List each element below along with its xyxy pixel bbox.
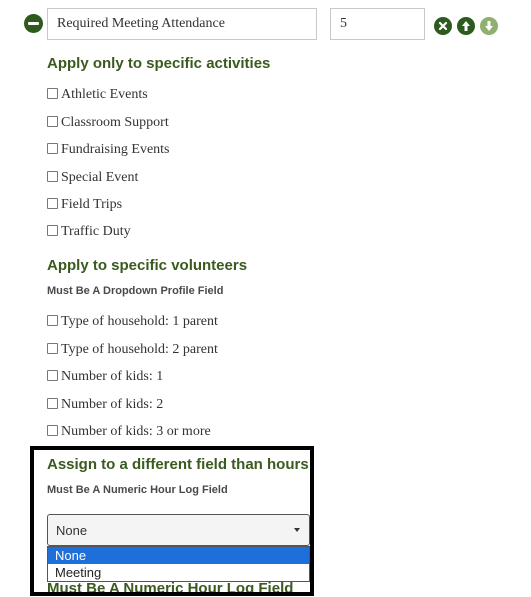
volunteer-item: Number of kids: 3 or more (47, 424, 211, 440)
volunteer-item: Number of kids: 1 (47, 369, 163, 385)
volunteer-item: Type of household: 2 parent (47, 342, 218, 358)
volunteer-label: Type of household: 1 parent (61, 314, 218, 329)
move-down-button[interactable] (480, 17, 498, 35)
remove-rule-button[interactable] (24, 14, 43, 33)
checkbox[interactable] (47, 343, 58, 354)
checkbox[interactable] (47, 315, 58, 326)
volunteers-section-subtitle: Must Be A Dropdown Profile Field (47, 285, 224, 297)
activity-item: Field Trips (47, 197, 122, 213)
activity-item: Special Event (47, 170, 138, 186)
activity-label: Fundraising Events (61, 142, 170, 157)
activity-item: Fundraising Events (47, 142, 170, 158)
checkbox[interactable] (47, 398, 58, 409)
activity-item: Athletic Events (47, 87, 148, 103)
arrow-up-icon (462, 21, 470, 31)
rule-value-input[interactable]: 5 (330, 8, 425, 40)
volunteer-label: Number of kids: 1 (61, 369, 164, 384)
volunteer-label: Number of kids: 2 (61, 397, 164, 412)
delete-rule-button[interactable] (434, 17, 452, 35)
checkbox[interactable] (47, 171, 58, 182)
checkbox[interactable] (47, 425, 58, 436)
volunteer-item: Type of household: 1 parent (47, 314, 218, 330)
rule-name-input[interactable]: Required Meeting Attendance (47, 8, 317, 40)
activities-section-title: Apply only to specific activities (47, 55, 271, 72)
checkbox[interactable] (47, 370, 58, 381)
volunteer-label: Type of household: 2 parent (61, 342, 218, 357)
activity-label: Special Event (61, 170, 139, 185)
volunteers-section-title: Apply to specific volunteers (47, 257, 248, 274)
arrow-down-icon (485, 21, 493, 31)
activity-label: Athletic Events (61, 87, 148, 102)
activity-label: Traffic Duty (61, 224, 131, 239)
minus-icon (28, 22, 39, 25)
checkbox[interactable] (47, 143, 58, 154)
checkbox[interactable] (47, 116, 58, 127)
checkbox[interactable] (47, 88, 58, 99)
volunteer-item: Number of kids: 2 (47, 397, 163, 413)
activity-label: Classroom Support (61, 115, 169, 130)
checkbox[interactable] (47, 225, 58, 236)
activity-item: Traffic Duty (47, 224, 131, 240)
highlight-frame (30, 446, 314, 596)
move-up-button[interactable] (457, 17, 475, 35)
activity-item: Classroom Support (47, 115, 169, 131)
activity-label: Field Trips (61, 197, 123, 212)
close-icon (438, 21, 448, 31)
volunteer-label: Number of kids: 3 or more (61, 424, 211, 439)
checkbox[interactable] (47, 198, 58, 209)
